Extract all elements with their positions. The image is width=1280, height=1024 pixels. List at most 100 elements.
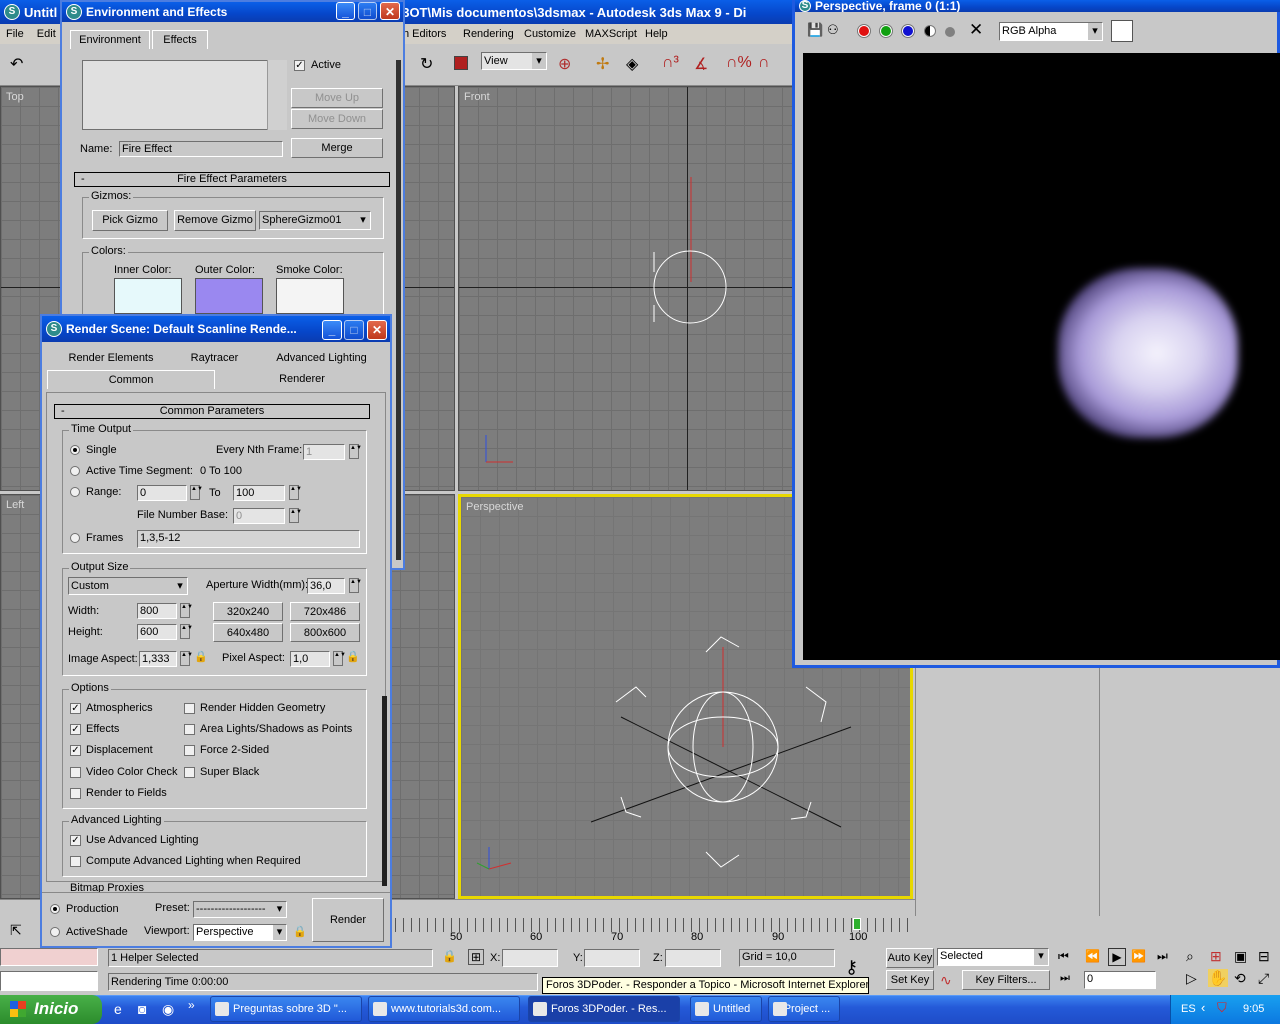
maximize-viewport-icon[interactable]: ⤢ [1258, 970, 1269, 987]
z-coord-field[interactable] [665, 949, 721, 967]
active-segment-radio[interactable] [70, 466, 80, 476]
super-black-checkbox[interactable] [184, 767, 195, 778]
play-icon[interactable]: ▶ [1108, 948, 1126, 966]
menu-graph-editors[interactable]: h Editors [403, 24, 446, 44]
range-to-field[interactable]: 100 [233, 485, 285, 501]
sphere-gizmo-front[interactable] [639, 177, 739, 327]
angle-snap-icon[interactable]: ∡ [694, 54, 708, 74]
zoom-extents-all-icon[interactable]: ⊟ [1258, 948, 1270, 965]
render-hidden-geometry-checkbox[interactable] [184, 703, 195, 714]
env-close-button[interactable]: ✕ [380, 2, 400, 20]
range-from-spinner[interactable]: ▲▼ [190, 485, 203, 500]
key-icon[interactable]: ⚷ [845, 957, 858, 978]
output-size-dropdown[interactable]: Custom ▾ [68, 577, 188, 595]
select-object-icon[interactable] [454, 56, 468, 70]
range-from-field[interactable]: 0 [137, 485, 187, 501]
compute-advanced-lighting-checkbox[interactable] [70, 856, 81, 867]
clone-window-icon[interactable]: ⚇ [827, 22, 839, 38]
menu-help[interactable]: Help [645, 24, 668, 44]
monochrome-icon[interactable] [945, 27, 955, 37]
field-of-view-icon[interactable]: ▷ [1186, 970, 1197, 987]
tray-shield-icon[interactable]: ⛉ [1217, 1000, 1227, 1016]
menu-rendering[interactable]: Rendering [463, 24, 514, 44]
percent-snap-icon[interactable]: ∩% [726, 54, 752, 72]
viewport-perspective-label[interactable]: Perspective [466, 501, 523, 513]
tab-common[interactable]: Common [47, 370, 215, 389]
image-aspect-lock-icon[interactable]: 🔒 [194, 650, 208, 663]
pick-gizmo-button[interactable]: Pick Gizmo [92, 210, 168, 231]
set-key-mode-icon[interactable]: ∿ [940, 972, 952, 989]
force-2-sided-checkbox[interactable] [184, 745, 195, 756]
keyboard-shortcut-icon[interactable]: ◈ [626, 54, 638, 74]
maxscript-listener-field[interactable] [0, 948, 98, 966]
merge-button[interactable]: Merge [291, 138, 383, 158]
fire-effect-rollout-header[interactable]: - Fire Effect Parameters [74, 172, 390, 187]
zoom-extents-icon[interactable]: ▣ [1234, 948, 1247, 965]
alpha-channel-icon[interactable] [924, 25, 936, 37]
quicklaunch-media-icon[interactable]: ◉ [162, 1001, 174, 1018]
move-up-button[interactable]: Move Up [291, 88, 383, 108]
tab-advanced-lighting[interactable]: Advanced Lighting [254, 349, 389, 367]
taskbar-item-preguntas[interactable]: Preguntas sobre 3D "... [210, 996, 362, 1022]
area-lights-checkbox[interactable] [184, 724, 195, 735]
pixel-aspect-lock-icon[interactable]: 🔒 [346, 650, 360, 663]
tab-effects[interactable]: Effects [152, 30, 208, 49]
active-checkbox[interactable]: ✓ [294, 60, 305, 71]
size-320x240-button[interactable]: 320x240 [213, 602, 283, 621]
file-number-base-spinner[interactable]: ▲▼ [289, 508, 302, 523]
current-frame-field[interactable]: 0 [1084, 971, 1156, 989]
aperture-spinner[interactable]: ▲▼ [349, 578, 362, 593]
menu-file[interactable]: File [6, 28, 24, 40]
effects-checkbox[interactable]: ✓ [70, 724, 81, 735]
smoke-color-swatch[interactable] [276, 278, 344, 314]
quicklaunch-ie-icon[interactable]: e [114, 1001, 122, 1017]
video-color-check-checkbox[interactable] [70, 767, 81, 778]
range-to-spinner[interactable]: ▲▼ [289, 485, 302, 500]
curve-editor-icon[interactable]: ⇱ [10, 922, 22, 939]
goto-end-icon[interactable]: ⏭ [1157, 949, 1168, 964]
range-radio[interactable] [70, 487, 80, 497]
atmospherics-checkbox[interactable]: ✓ [70, 703, 81, 714]
image-aspect-spinner[interactable]: ▲▼ [180, 651, 193, 666]
maxscript-mini-listener[interactable] [0, 971, 98, 991]
common-rollout-header[interactable]: - Common Parameters [54, 404, 370, 419]
preset-dropdown[interactable]: ------------------- ▾ [193, 901, 287, 918]
save-bitmap-icon[interactable]: 💾 [807, 22, 823, 38]
arc-rotate-icon[interactable]: ⟲ [1234, 970, 1246, 987]
set-key-button[interactable]: Set Key [886, 970, 934, 990]
tab-render-elements[interactable]: Render Elements [47, 349, 175, 367]
single-radio[interactable] [70, 445, 80, 455]
zoom-icon[interactable]: ⌕ [1186, 948, 1194, 965]
zoom-all-icon[interactable]: ⊞ [1210, 948, 1222, 965]
aperture-field[interactable]: 36,0 [307, 578, 345, 594]
tab-environment[interactable]: Environment [70, 30, 150, 49]
outer-color-swatch[interactable] [195, 278, 263, 314]
select-manipulate-icon[interactable]: ✢ [596, 54, 609, 74]
tray-back-icon[interactable]: ‹ [1201, 1000, 1205, 1015]
move-down-button[interactable]: Move Down [291, 109, 383, 129]
lock-selection-icon[interactable]: 🔒 [442, 949, 457, 963]
taskbar-item-tutorials3d[interactable]: www.tutorials3d.com... [368, 996, 520, 1022]
width-spinner[interactable]: ▲▼ [180, 603, 193, 618]
pan-hand-icon[interactable]: ✋ [1208, 969, 1228, 987]
every-nth-spinner[interactable]: ▲▼ [349, 444, 362, 459]
image-aspect-field[interactable]: 1,333 [139, 651, 177, 667]
prev-frame-icon[interactable]: ⏪ [1085, 949, 1100, 963]
quicklaunch-chevron[interactable]: » [188, 998, 195, 1012]
remove-gizmo-button[interactable]: Remove Gizmo [174, 210, 256, 231]
blue-channel-icon[interactable] [901, 24, 915, 38]
render-to-fields-checkbox[interactable] [70, 788, 81, 799]
env-minimize-button[interactable]: _ [336, 2, 355, 20]
y-coord-field[interactable] [584, 949, 640, 967]
goto-start-icon[interactable]: ⏮ [1058, 949, 1069, 964]
time-slider-handle[interactable] [853, 918, 861, 930]
clear-icon[interactable]: ✕ [969, 20, 983, 40]
taskbar-item-foros[interactable]: Foros 3DPoder. - Res... [528, 996, 680, 1022]
render-scrollbar[interactable] [382, 696, 387, 886]
production-radio[interactable] [50, 904, 60, 914]
frames-radio[interactable] [70, 533, 80, 543]
gizmo-dropdown[interactable]: SphereGizmo01 ▾ [259, 211, 371, 230]
fire-rollout-collapse[interactable]: - [81, 173, 85, 186]
tab-renderer[interactable]: Renderer [217, 370, 387, 388]
effects-list-scrollbar[interactable] [267, 60, 287, 130]
